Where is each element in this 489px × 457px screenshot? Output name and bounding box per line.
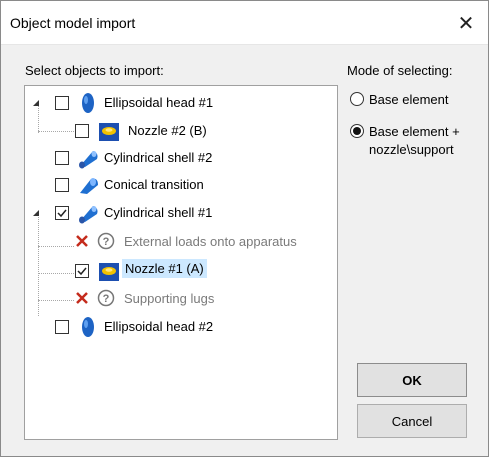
object-tree[interactable]: Ellipsoidal head #1 Nozzle #2 (B) Cylind…: [24, 85, 338, 440]
title-bar: Object model import ✕: [1, 1, 488, 45]
radio-button[interactable]: [350, 92, 364, 106]
ellipsoidal-head-icon: [79, 316, 97, 338]
tree-item-label: External loads onto apparatus: [124, 234, 297, 249]
cylindrical-shell-icon: [77, 202, 101, 224]
conical-transition-icon: [77, 174, 101, 196]
ok-button[interactable]: OK: [357, 363, 467, 397]
question-icon: ?: [97, 289, 115, 307]
svg-text:?: ?: [103, 236, 110, 248]
tree-item-label: Conical transition: [104, 177, 204, 192]
tree-connector: [38, 300, 74, 301]
cancel-button[interactable]: Cancel: [357, 404, 467, 438]
tree-connector: [38, 246, 74, 247]
radio-button-selected[interactable]: [350, 124, 364, 138]
radio-base-element[interactable]: Base element: [350, 91, 449, 109]
checkbox[interactable]: [55, 178, 69, 192]
cancel-button-label: Cancel: [391, 413, 433, 429]
tree-item-label: Ellipsoidal head #2: [104, 319, 214, 334]
error-x-icon: [75, 291, 89, 305]
ellipsoidal-head-icon: [79, 92, 97, 114]
nozzle-icon: [97, 119, 121, 143]
tree-connector: [38, 273, 74, 274]
checkbox[interactable]: [55, 96, 69, 110]
error-x-icon: [75, 234, 89, 248]
object-model-import-dialog: Object model import ✕ Select objects to …: [0, 0, 489, 457]
svg-text:?: ?: [103, 293, 110, 305]
checkbox[interactable]: [55, 151, 69, 165]
window-title: Object model import: [10, 15, 136, 31]
checkbox[interactable]: [75, 124, 89, 138]
tree-item-label: Cylindrical shell #2: [104, 150, 213, 165]
expand-arrow-icon[interactable]: [31, 98, 41, 108]
tree-item-label: Ellipsoidal head #1: [104, 95, 214, 110]
checkbox-checked[interactable]: [55, 206, 69, 220]
ok-button-label: OK: [402, 372, 422, 388]
tree-item-label: Nozzle #1 (A): [122, 259, 207, 278]
close-button[interactable]: ✕: [444, 1, 488, 45]
checkbox[interactable]: [55, 320, 69, 334]
radio-base-element-nozzle[interactable]: Base element + nozzle\support: [350, 123, 460, 159]
tree-label: Select objects to import:: [25, 63, 164, 78]
tree-item-label: Supporting lugs: [124, 291, 215, 306]
radio-label-line1: Base element +: [369, 124, 460, 139]
expand-arrow-icon[interactable]: [31, 208, 41, 218]
tree-item-label: Cylindrical shell #1: [104, 205, 213, 220]
radio-label: Base element + nozzle\support: [369, 123, 460, 159]
mode-label: Mode of selecting:: [347, 63, 453, 78]
nozzle-icon: [97, 259, 121, 283]
close-icon: ✕: [457, 12, 475, 35]
checkbox-checked[interactable]: [75, 264, 89, 278]
cylindrical-shell-icon: [77, 147, 101, 169]
radio-label-line2: nozzle\support: [369, 142, 454, 157]
tree-connector: [38, 131, 74, 132]
radio-label: Base element: [369, 92, 449, 107]
tree-item-label: Nozzle #2 (B): [128, 123, 207, 138]
tree-connector: [38, 217, 39, 316]
question-icon: ?: [97, 232, 115, 250]
